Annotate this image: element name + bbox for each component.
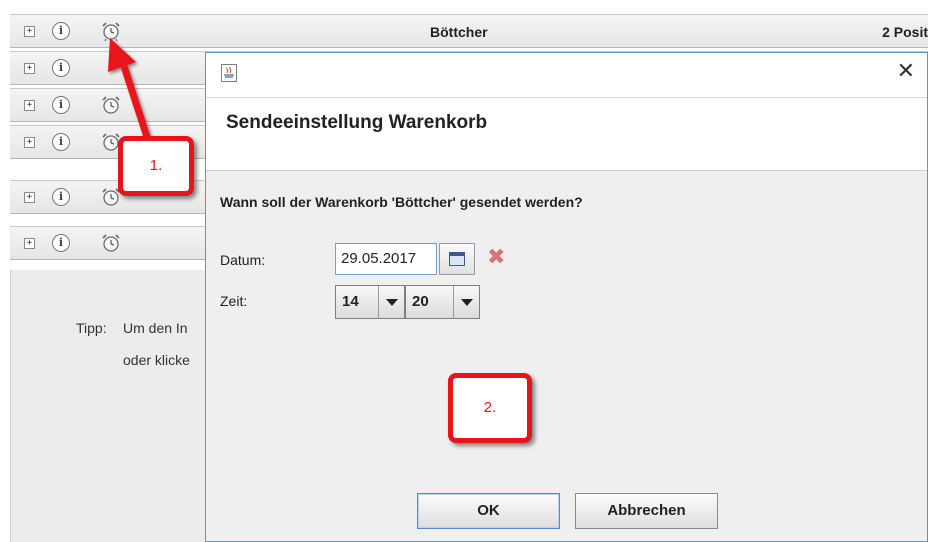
list-row[interactable]: + i Böttcher 2 Posit: [10, 14, 928, 48]
info-icon[interactable]: i: [52, 188, 70, 206]
tip-panel: [10, 270, 207, 542]
expand-icon[interactable]: +: [24, 26, 35, 37]
date-input[interactable]: 29.05.2017: [335, 243, 437, 275]
expand-icon[interactable]: +: [24, 100, 35, 111]
dialog-title: Sendeeinstellung Warenkorb: [226, 112, 488, 133]
row-title: Böttcher: [430, 24, 488, 40]
tip-text: Um den In: [123, 320, 188, 336]
clear-icon[interactable]: ✖: [487, 245, 505, 271]
minute-value: 20: [412, 293, 429, 310]
cancel-button[interactable]: Abbrechen: [575, 493, 718, 529]
send-settings-dialog: ✕ Sendeeinstellung Warenkorb Wann soll d…: [205, 52, 928, 542]
row-count: 2 Posit: [882, 24, 928, 40]
dialog-header: Sendeeinstellung Warenkorb: [206, 97, 927, 171]
dialog-titlebar[interactable]: ✕: [206, 53, 927, 97]
info-icon[interactable]: i: [52, 22, 70, 40]
info-icon[interactable]: i: [52, 59, 70, 77]
tip-text: oder klicke: [123, 352, 190, 368]
step-1-callout: 1.: [118, 136, 194, 196]
question-text: Wann soll der Warenkorb 'Böttcher' gesen…: [220, 194, 583, 210]
alarm-clock-icon[interactable]: [100, 94, 122, 116]
expand-icon[interactable]: +: [24, 63, 35, 74]
alarm-clock-icon[interactable]: [100, 20, 122, 42]
info-icon[interactable]: i: [52, 96, 70, 114]
tip-label: Tipp:: [76, 320, 107, 336]
expand-icon[interactable]: +: [24, 238, 35, 249]
dropdown-arrow-icon[interactable]: [378, 286, 404, 318]
calendar-button[interactable]: [439, 243, 475, 275]
dropdown-arrow-icon[interactable]: [453, 286, 479, 318]
date-label: Datum:: [220, 252, 266, 268]
close-icon[interactable]: ✕: [897, 61, 915, 83]
alarm-clock-icon[interactable]: [100, 232, 122, 254]
java-icon: [221, 64, 237, 82]
expand-icon[interactable]: +: [24, 192, 35, 203]
calendar-icon: [449, 252, 465, 266]
step-2-callout: 2.: [448, 373, 532, 443]
hour-select[interactable]: 14: [335, 285, 405, 319]
ok-button[interactable]: OK: [417, 493, 560, 529]
info-icon[interactable]: i: [52, 133, 70, 151]
info-icon[interactable]: i: [52, 234, 70, 252]
expand-icon[interactable]: +: [24, 137, 35, 148]
hour-value: 14: [342, 293, 359, 310]
time-label: Zeit:: [220, 293, 248, 309]
minute-select[interactable]: 20: [405, 285, 480, 319]
